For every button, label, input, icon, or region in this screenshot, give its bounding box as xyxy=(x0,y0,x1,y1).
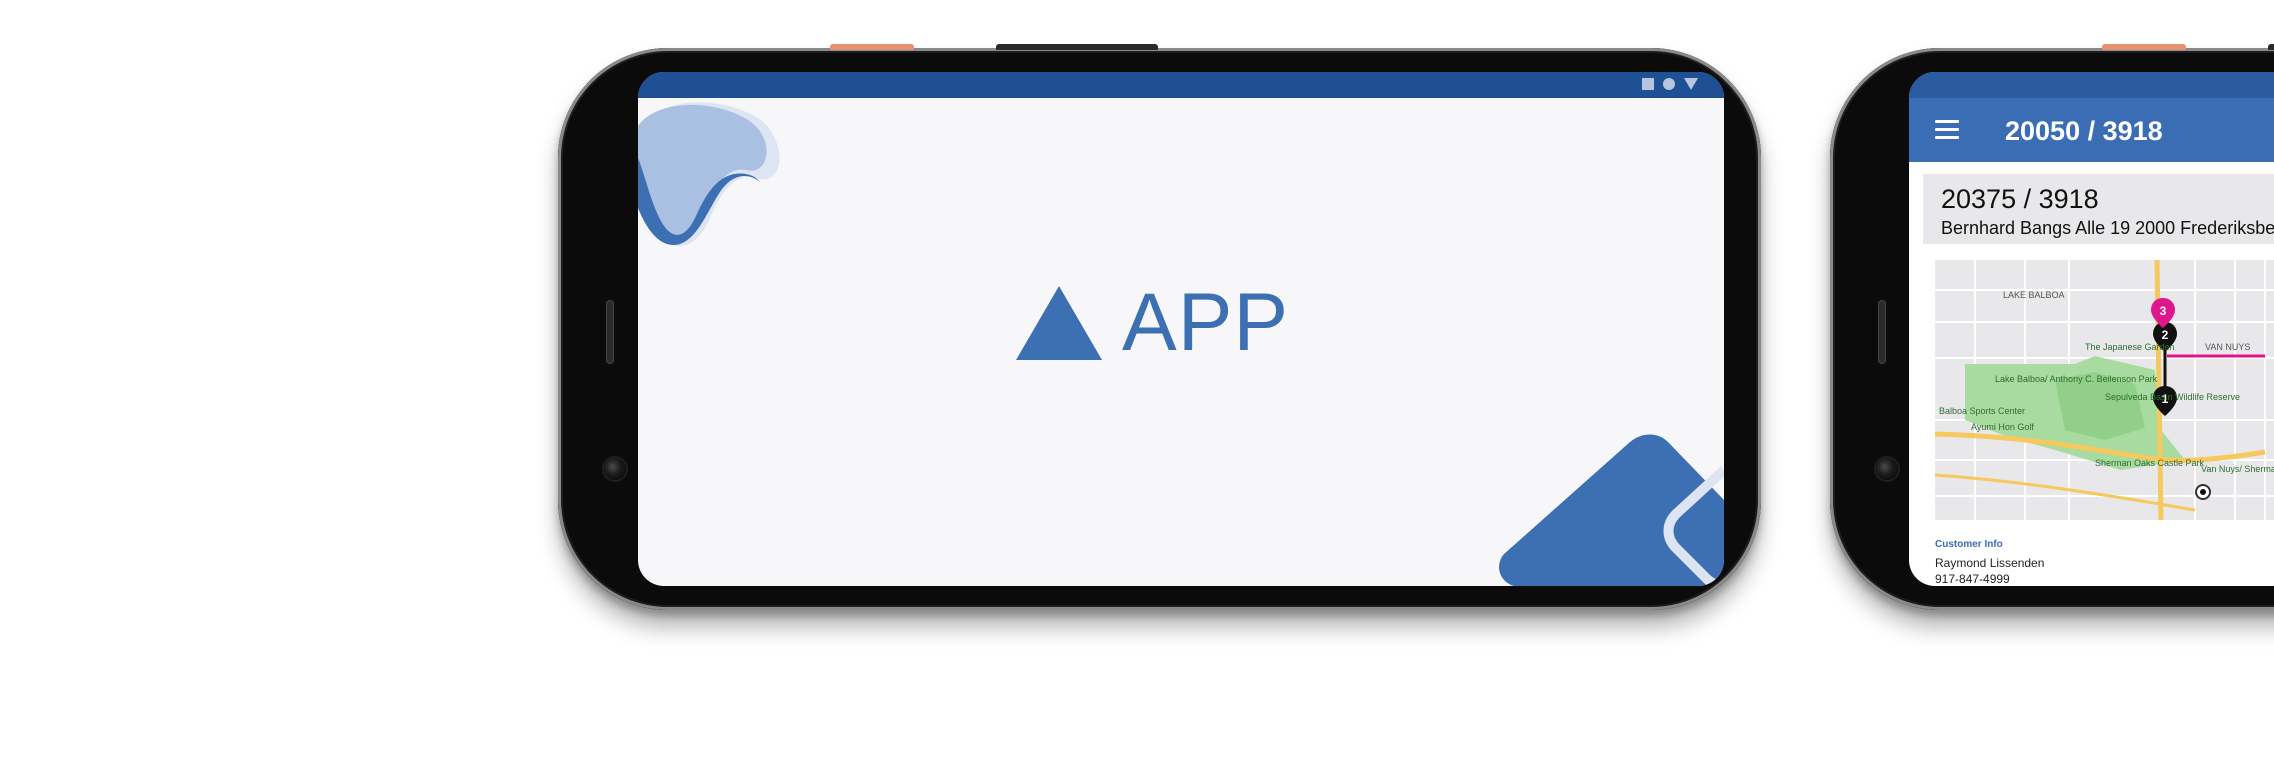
order-card-header[interactable]: 20375 / 3918 Bernhard Bangs Alle 19 2000… xyxy=(1923,174,2274,244)
app-logo: APP xyxy=(1016,282,1289,364)
map-marker-2[interactable]: 2 xyxy=(2162,328,2169,342)
map-label: LAKE BALBOA xyxy=(2003,290,2065,300)
map-label: Ayumi Hon Golf xyxy=(1971,422,2034,432)
triangle-logo-icon xyxy=(1016,286,1102,360)
customer-phone[interactable]: 917-847-4999 xyxy=(1935,572,2010,586)
map-label: Balboa Sports Center xyxy=(1939,406,2025,416)
power-button xyxy=(830,44,914,50)
order-card-title: 20375 / 3918 xyxy=(1941,184,2099,214)
map-marker-3[interactable]: 3 xyxy=(2160,304,2167,318)
triangle-icon xyxy=(1684,78,1698,90)
map-label: The Japanese Garden xyxy=(2085,342,2175,352)
detail-screen: 20050 / 3918 20375 / 3918 Bernhard Bangs… xyxy=(1909,72,2274,586)
map-label: VAN NUYS xyxy=(2205,342,2250,352)
menu-icon[interactable] xyxy=(1935,120,1959,140)
volume-button xyxy=(2268,44,2274,50)
speaker-slot xyxy=(606,300,614,364)
status-bar xyxy=(1909,72,2274,98)
customer-info-label: Customer Info xyxy=(1935,539,2003,550)
map-label: Lake Balboa/ Anthony C. Beilenson Park xyxy=(1995,374,2158,384)
speaker-slot xyxy=(1878,300,1886,364)
power-button xyxy=(2102,44,2186,50)
square-icon xyxy=(1642,78,1654,90)
phone-splash: APP xyxy=(558,44,1761,610)
customer-name: Raymond Lissenden xyxy=(1935,556,2045,570)
volume-button xyxy=(996,44,1158,50)
order-card-address: Bernhard Bangs Alle 19 2000 Frederiksber… xyxy=(1941,218,2274,238)
route-map[interactable]: 2 3 1 LAKE BALBOA VAN NUYS The Japanese … xyxy=(1935,260,2274,520)
map-canvas: 2 3 1 LAKE BALBOA VAN NUYS The Japanese … xyxy=(1935,260,2274,520)
decorative-shape-bottom-right xyxy=(1499,434,1724,586)
map-label: Van Nuys/ Sherman Oaks Recreation Center xyxy=(2201,464,2274,474)
front-camera xyxy=(1876,458,1898,480)
app-bar-title: 20050 / 3918 xyxy=(2005,116,2163,146)
circle-icon xyxy=(1663,78,1675,90)
map-label: Sherman Oaks Castle Park xyxy=(2095,458,2205,468)
app-logo-text: APP xyxy=(1122,277,1290,368)
decorative-blob-top-left xyxy=(638,102,780,247)
phone-detail: 20050 / 3918 20375 / 3918 Bernhard Bangs… xyxy=(1830,44,2274,610)
status-bar xyxy=(638,72,1724,98)
front-camera xyxy=(604,458,626,480)
device-mockup-stage: APP 20050 / 3918 20375 / 3918 Bernhard B… xyxy=(0,0,2274,761)
splash-screen: APP xyxy=(638,72,1724,586)
map-label: Sepulveda Basin Wildlife Reserve xyxy=(2105,392,2240,402)
app-bar: 20050 / 3918 xyxy=(1909,98,2274,162)
